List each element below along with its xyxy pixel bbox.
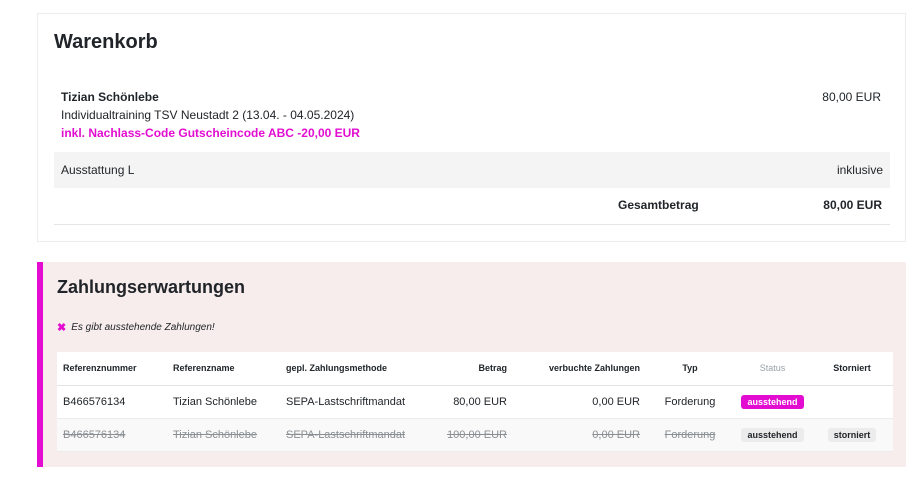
cell-ref-number: B466576134 [57,385,167,419]
cell-method: SEPA-Lastschriftmandat [280,385,426,419]
col-amount: Betrag [426,352,513,386]
cell-type: Forderung [646,385,734,419]
cell-ref-number: B466576134 [57,418,167,452]
cell-method: SEPA-Lastschriftmandat [280,418,426,452]
cart-extra-row: Ausstattung L inklusive [54,152,890,188]
total-label: Gesamtbetrag [618,198,699,212]
cart-item-price: 80,00 EUR [822,90,881,104]
cell-ref-name: Tizian Schönlebe [167,418,280,452]
cell-booked: 0,00 EUR [513,385,646,419]
cell-status: ausstehend [734,418,811,452]
total-value: 80,00 EUR [823,198,882,212]
status-badge: ausstehend [741,427,804,442]
cell-cancelled [811,385,893,419]
payments-table: Referenznummer Referenzname gepl. Zahlun… [57,352,893,452]
col-booked: verbuchte Zahlungen [513,352,646,386]
table-row: B466576134 Tizian Schönlebe SEPA-Lastsch… [57,418,893,452]
payments-title: Zahlungserwartungen [57,277,246,297]
cell-booked: 0,00 EUR [513,418,646,452]
table-header-row: Referenznummer Referenzname gepl. Zahlun… [57,352,893,386]
cart-item-discount: inkl. Nachlass-Code Gutscheincode ABC -2… [61,126,360,140]
cancelled-badge: storniert [827,427,877,442]
table-row: B466576134 Tizian Schönlebe SEPA-Lastsch… [57,385,893,419]
cart-title: Warenkorb [54,31,158,53]
pending-payments-alert: ✖ Es gibt ausstehende Zahlungen! [57,321,215,334]
extra-value: inklusive [836,163,883,177]
close-icon: ✖ [57,322,67,334]
status-badge: ausstehend [741,394,804,409]
cart-card: Warenkorb Tizian Schönlebe Individualtra… [37,13,906,242]
col-ref-name: Referenzname [167,352,280,386]
col-status: Status [734,352,811,386]
cart-item-description: Individualtraining TSV Neustadt 2 (13.04… [61,108,355,122]
cart-total-row: Gesamtbetrag 80,00 EUR [54,188,890,225]
col-cancelled: Storniert [811,352,893,386]
cell-amount: 100,00 EUR [426,418,513,452]
cart-item-name: Tizian Schönlebe [61,90,159,104]
cell-amount: 80,00 EUR [426,385,513,419]
cell-ref-name: Tizian Schönlebe [167,385,280,419]
col-type: Typ [646,352,734,386]
col-ref-number: Referenznummer [57,352,167,386]
extra-label: Ausstattung L [61,163,135,177]
alert-text: Es gibt ausstehende Zahlungen! [71,322,215,333]
col-method: gepl. Zahlungsmethode [280,352,426,386]
cell-cancelled: storniert [811,418,893,452]
cell-status: ausstehend [734,385,811,419]
cell-type: Forderung [646,418,734,452]
payment-expectations-card: Zahlungserwartungen ✖ Es gibt ausstehend… [37,262,906,467]
